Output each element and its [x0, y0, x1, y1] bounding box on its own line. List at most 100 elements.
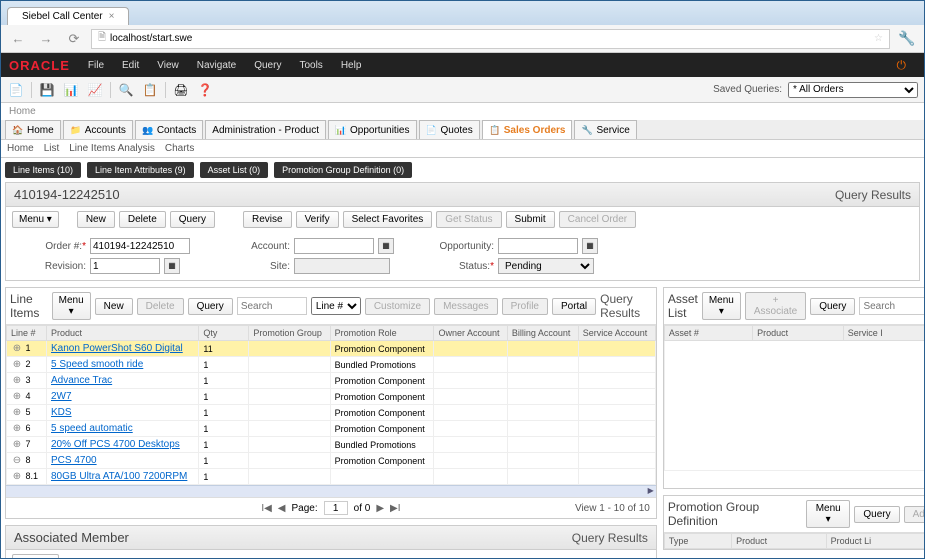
vtab-pgd[interactable]: Promotion Group Definition (0) — [274, 162, 412, 178]
vtab-asset-list[interactable]: Asset List (0) — [200, 162, 269, 178]
product-link[interactable]: KDS — [51, 407, 72, 418]
menu-tools[interactable]: Tools — [299, 60, 322, 71]
col-role[interactable]: Promotion Role — [330, 326, 434, 341]
product-link[interactable]: PCS 4700 — [51, 455, 97, 466]
expand-icon[interactable]: ⊕ — [11, 439, 23, 450]
pager-next-icon[interactable]: ▶ — [376, 503, 384, 514]
col-billing[interactable]: Billing Account — [507, 326, 578, 341]
table-row[interactable]: ⊕ 25 Speed smooth ride1Bundled Promotion… — [7, 357, 656, 373]
expand-icon[interactable]: ⊕ — [11, 391, 23, 402]
pgd-col-type[interactable]: Type — [664, 534, 731, 549]
delete-button[interactable]: Delete — [119, 211, 166, 228]
revision-mvg-icon[interactable]: ▦ — [164, 258, 180, 274]
status-field[interactable]: Pending — [498, 258, 594, 274]
product-link[interactable]: 2W7 — [51, 391, 72, 402]
assoc-menu-button[interactable]: Menu ▾ — [12, 554, 59, 558]
expand-icon[interactable]: ⊕ — [11, 423, 23, 434]
menu-view[interactable]: View — [157, 60, 179, 71]
submit-button[interactable]: Submit — [506, 211, 555, 228]
tab-quotes[interactable]: 📄Quotes — [419, 120, 480, 139]
pgd-menu-button[interactable]: Menu ▾ — [806, 500, 850, 528]
asset-col-num[interactable]: Asset # — [664, 326, 752, 341]
browser-tab[interactable]: Siebel Call Center × — [7, 7, 129, 25]
site-field[interactable] — [294, 258, 390, 274]
power-icon[interactable]: ⏻ — [897, 58, 907, 73]
menu-help[interactable]: Help — [341, 60, 362, 71]
li-menu-button[interactable]: Menu ▾ — [52, 292, 91, 320]
asset-col-service[interactable]: Service I — [843, 326, 924, 341]
expand-icon[interactable]: ⊕ — [11, 471, 23, 482]
pgd-query-button[interactable]: Query — [854, 506, 899, 523]
revision-field[interactable] — [90, 258, 160, 274]
pager-last-icon[interactable]: ▶I — [390, 503, 400, 514]
back-button[interactable]: ← — [7, 29, 29, 49]
sub-home[interactable]: Home — [7, 143, 34, 154]
tab-home[interactable]: 🏠Home — [5, 120, 61, 139]
col-pg[interactable]: Promotion Group — [249, 326, 330, 341]
product-link[interactable]: 20% Off PCS 4700 Desktops — [51, 439, 180, 450]
expand-icon[interactable]: ⊕ — [11, 407, 23, 418]
li-new-button[interactable]: New — [95, 298, 133, 315]
tb-icon-1[interactable]: 📄 — [7, 81, 25, 99]
address-bar[interactable]: 🗎 localhost/start.swe ☆ — [91, 29, 890, 49]
verify-button[interactable]: Verify — [296, 211, 339, 228]
col-product[interactable]: Product — [47, 326, 199, 341]
pager-page-input[interactable] — [324, 501, 348, 515]
breadcrumb[interactable]: Home — [1, 103, 924, 120]
product-link[interactable]: Advance Trac — [51, 375, 112, 386]
expand-icon[interactable]: ⊕ — [11, 375, 23, 386]
tab-service[interactable]: 🔧Service — [574, 120, 636, 139]
tab-accounts[interactable]: 📁Accounts — [63, 120, 133, 139]
tb-icon-3[interactable]: 📊 — [62, 81, 80, 99]
opportunity-pick-icon[interactable]: ▦ — [582, 238, 598, 254]
col-qty[interactable]: Qty — [199, 326, 249, 341]
pager-first-icon[interactable]: I◀ — [261, 503, 271, 514]
vtab-line-item-attrs[interactable]: Line Item Attributes (9) — [87, 162, 194, 178]
table-row[interactable]: ⊕ 3Advance Trac1Promotion Component — [7, 373, 656, 389]
product-link[interactable]: Kanon PowerShot S60 Digital — [51, 343, 183, 354]
order-field[interactable] — [90, 238, 190, 254]
close-tab-icon[interactable]: × — [109, 11, 115, 22]
li-portal-button[interactable]: Portal — [552, 298, 596, 315]
table-row[interactable]: ⊕ 5KDS1Promotion Component — [7, 405, 656, 421]
tb-icon-6[interactable]: 📋 — [141, 81, 159, 99]
table-row[interactable]: ⊖ 8PCS 47001Promotion Component — [7, 453, 656, 469]
tb-icon-7[interactable]: 🖨 — [172, 81, 190, 99]
li-search-field-select[interactable]: Line # — [311, 297, 361, 315]
expand-icon[interactable]: ⊕ — [11, 343, 23, 354]
asset-col-product[interactable]: Product — [753, 326, 844, 341]
table-row[interactable]: ⊕ 65 speed automatic1Promotion Component — [7, 421, 656, 437]
asset-query-button[interactable]: Query — [810, 298, 855, 315]
pgd-col-product[interactable]: Product — [732, 534, 826, 549]
col-service[interactable]: Service Account — [578, 326, 655, 341]
tb-icon-8[interactable]: ❓ — [196, 81, 214, 99]
form-menu-button[interactable]: Menu ▾ — [12, 211, 59, 228]
query-button[interactable]: Query — [170, 211, 215, 228]
menu-file[interactable]: File — [88, 60, 104, 71]
account-field[interactable] — [294, 238, 374, 254]
asset-search-input[interactable] — [859, 297, 924, 315]
opportunity-field[interactable] — [498, 238, 578, 254]
col-line[interactable]: Line # — [7, 326, 47, 341]
chrome-menu-icon[interactable]: 🔧 — [896, 29, 918, 49]
horizontal-scrollbar[interactable] — [6, 485, 656, 497]
tb-icon-5[interactable]: 🔍 — [117, 81, 135, 99]
li-search-input[interactable] — [237, 297, 307, 315]
tab-sales-orders[interactable]: 📋Sales Orders — [482, 120, 573, 139]
product-link[interactable]: 80GB Ultra ATA/100 7200RPM — [51, 471, 187, 482]
menu-query[interactable]: Query — [254, 60, 281, 71]
select-favorites-button[interactable]: Select Favorites — [343, 211, 433, 228]
tab-admin-product[interactable]: Administration - Product — [205, 120, 326, 139]
account-pick-icon[interactable]: ▦ — [378, 238, 394, 254]
li-query-button[interactable]: Query — [188, 298, 233, 315]
table-row[interactable]: ⊕ 720% Off PCS 4700 Desktops1Bundled Pro… — [7, 437, 656, 453]
revise-button[interactable]: Revise — [243, 211, 292, 228]
product-link[interactable]: 5 speed automatic — [51, 423, 133, 434]
menu-edit[interactable]: Edit — [122, 60, 139, 71]
sub-charts[interactable]: Charts — [165, 143, 194, 154]
tab-contacts[interactable]: 👥Contacts — [135, 120, 203, 139]
table-row[interactable]: ⊕ 8.180GB Ultra ATA/100 7200RPM1 — [7, 469, 656, 485]
tab-opportunities[interactable]: 📊Opportunities — [328, 120, 416, 139]
expand-icon[interactable]: ⊖ — [11, 455, 23, 466]
expand-icon[interactable]: ⊕ — [11, 359, 23, 370]
